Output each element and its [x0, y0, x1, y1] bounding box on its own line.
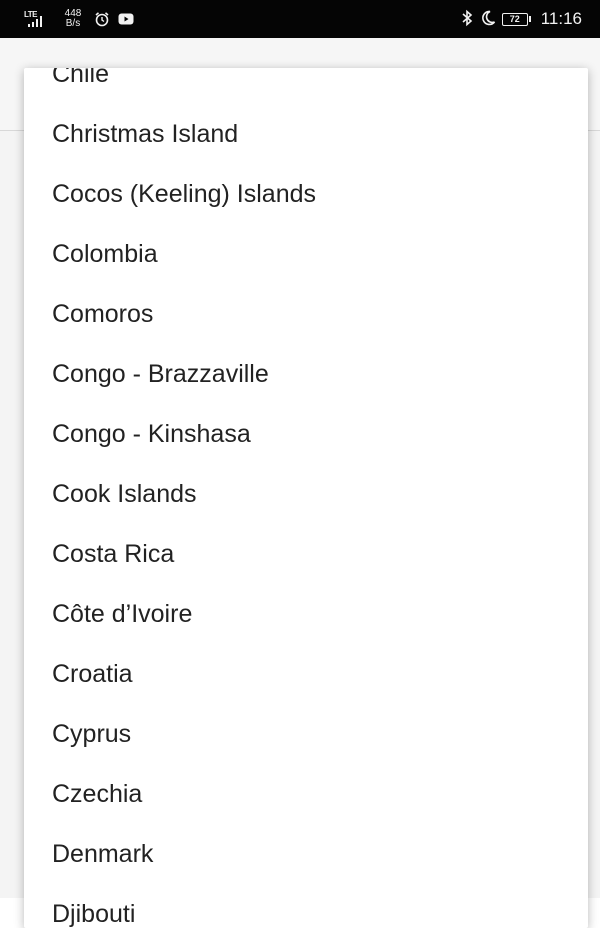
do-not-disturb-moon-icon [480, 9, 496, 30]
status-bar-left: LTE 448 B/s [24, 0, 134, 38]
status-bar: LTE 448 B/s 72 11:16 [0, 0, 600, 38]
country-dropdown-list[interactable]: Chile Christmas Island Cocos (Keeling) Isl… [24, 68, 588, 928]
country-option[interactable]: Costa Rica [24, 524, 588, 584]
signal-strength-icon: LTE [24, 8, 52, 30]
country-option[interactable]: Cook Islands [24, 464, 588, 524]
country-option[interactable]: Djibouti [24, 884, 588, 928]
country-options: Chile Christmas Island Cocos (Keeling) Isl… [24, 68, 588, 928]
data-speed-indicator: 448 B/s [60, 9, 86, 29]
country-option[interactable]: Colombia [24, 224, 588, 284]
country-option[interactable]: Christmas Island [24, 104, 588, 164]
country-option[interactable]: Congo - Kinshasa [24, 404, 588, 464]
country-option[interactable]: Croatia [24, 644, 588, 704]
country-option[interactable]: Cocos (Keeling) Islands [24, 164, 588, 224]
country-option[interactable]: Congo - Brazzaville [24, 344, 588, 404]
alarm-icon [94, 11, 110, 27]
youtube-notification-icon [118, 11, 134, 27]
status-bar-clock: 11:16 [540, 9, 582, 28]
data-speed-unit: B/s [65, 18, 81, 29]
battery-icon: 72 [501, 12, 531, 26]
country-option[interactable]: Czechia [24, 764, 588, 824]
battery-level-label: 72 [509, 13, 520, 24]
country-option[interactable]: Denmark [24, 824, 588, 884]
country-option[interactable]: Comoros [24, 284, 588, 344]
country-option[interactable]: Chile [24, 68, 588, 104]
bluetooth-icon [460, 9, 474, 30]
country-option[interactable]: Cyprus [24, 704, 588, 764]
country-option[interactable]: Côte d’Ivoire [24, 584, 588, 644]
status-bar-right: 72 11:16 [460, 0, 582, 38]
